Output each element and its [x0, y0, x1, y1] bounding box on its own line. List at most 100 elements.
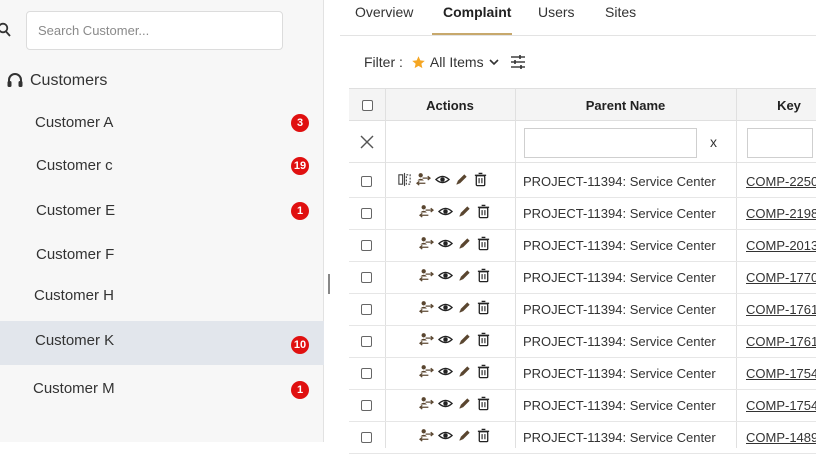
delete-trash-icon[interactable]: [473, 172, 488, 187]
transfer-user-icon[interactable]: [419, 204, 434, 219]
view-eye-icon[interactable]: [438, 236, 453, 251]
delete-trash-icon[interactable]: [476, 204, 491, 219]
tab-users[interactable]: Users: [538, 4, 575, 20]
clear-filters-icon[interactable]: [360, 135, 374, 149]
key-link[interactable]: COMP-1754: [746, 366, 816, 381]
row-checkbox[interactable]: [361, 272, 372, 283]
sidebar-item-customer-m[interactable]: Customer M 1: [0, 366, 324, 410]
key-link[interactable]: COMP-1754: [746, 398, 816, 413]
row-checkbox[interactable]: [361, 176, 372, 187]
edit-pencil-icon[interactable]: [457, 396, 472, 411]
transfer-user-icon[interactable]: [419, 428, 434, 443]
sidebar-item-customer-c[interactable]: Customer c 19: [0, 144, 324, 188]
row-checkbox[interactable]: [361, 208, 372, 219]
search-icon[interactable]: [0, 22, 12, 38]
tab-sites[interactable]: Sites: [605, 4, 636, 20]
table-row[interactable]: PROJECT-11394: Service Center COMP-2013: [349, 230, 816, 262]
transfer-user-icon[interactable]: [419, 364, 434, 379]
tab-overview[interactable]: Overview: [355, 4, 413, 20]
transfer-user-icon[interactable]: [419, 396, 434, 411]
table-row[interactable]: PROJECT-11394: Service Center COMP-1754: [349, 390, 816, 422]
view-eye-icon[interactable]: [438, 204, 453, 219]
split-view-icon[interactable]: [397, 172, 412, 187]
sidebar-item-customer-e[interactable]: Customer E 1: [0, 189, 324, 233]
filter-selected-value[interactable]: All Items: [430, 54, 484, 70]
sidebar-item-customer-k[interactable]: Customer K 10: [0, 321, 324, 365]
column-header-parent-name[interactable]: Parent Name: [515, 89, 736, 122]
transfer-user-icon[interactable]: [416, 172, 431, 187]
complaint-table: Actions Parent Name Key x PROJECT-11394:…: [349, 88, 816, 454]
delete-trash-icon[interactable]: [476, 236, 491, 251]
transfer-user-icon[interactable]: [419, 236, 434, 251]
view-eye-icon[interactable]: [438, 332, 453, 347]
customer-sidebar: Customers Customer A 3 Customer c 19 Cus…: [0, 0, 324, 442]
delete-trash-icon[interactable]: [476, 396, 491, 411]
row-actions: [419, 332, 491, 347]
key-link[interactable]: COMP-1770: [746, 270, 816, 285]
delete-trash-icon[interactable]: [476, 428, 491, 443]
edit-pencil-icon[interactable]: [457, 236, 472, 251]
parent-name-filter-input[interactable]: [524, 128, 697, 158]
row-actions: [419, 396, 491, 411]
row-checkbox[interactable]: [361, 368, 372, 379]
edit-pencil-icon[interactable]: [457, 204, 472, 219]
table-row[interactable]: PROJECT-11394: Service Center COMP-1489: [349, 422, 816, 454]
sidebar-item-customer-f[interactable]: Customer F: [0, 233, 324, 277]
table-row[interactable]: PROJECT-11394: Service Center COMP-1754: [349, 358, 816, 390]
view-eye-icon[interactable]: [438, 268, 453, 283]
key-link[interactable]: COMP-1761: [746, 334, 816, 349]
headset-icon: [7, 73, 23, 87]
edit-pencil-icon[interactable]: [457, 364, 472, 379]
view-eye-icon[interactable]: [438, 396, 453, 411]
row-checkbox-cell: [361, 208, 372, 219]
tab-bar: Overview Complaint Users Sites: [340, 0, 816, 36]
key-link[interactable]: COMP-2250: [746, 174, 816, 189]
key-filter-input[interactable]: [747, 128, 813, 158]
delete-trash-icon[interactable]: [476, 300, 491, 315]
column-header-key[interactable]: Key: [736, 89, 816, 122]
panel-resize-handle[interactable]: [328, 274, 330, 294]
transfer-user-icon[interactable]: [419, 332, 434, 347]
key-link[interactable]: COMP-1489: [746, 430, 816, 445]
view-eye-icon[interactable]: [438, 300, 453, 315]
view-eye-icon[interactable]: [435, 172, 450, 187]
table-row[interactable]: PROJECT-11394: Service Center COMP-1770: [349, 262, 816, 294]
delete-trash-icon[interactable]: [476, 268, 491, 283]
select-all-checkbox[interactable]: [361, 100, 373, 111]
key-link[interactable]: COMP-2198: [746, 206, 816, 221]
table-row[interactable]: PROJECT-11394: Service Center COMP-2250: [349, 166, 816, 198]
row-checkbox[interactable]: [361, 432, 372, 443]
column-header-actions[interactable]: Actions: [385, 89, 515, 122]
edit-pencil-icon[interactable]: [457, 300, 472, 315]
count-badge: 1: [291, 381, 309, 399]
parent-name-cell: PROJECT-11394: Service Center: [523, 302, 716, 317]
delete-trash-icon[interactable]: [476, 364, 491, 379]
edit-pencil-icon[interactable]: [457, 428, 472, 443]
row-checkbox[interactable]: [361, 336, 372, 347]
table-row[interactable]: PROJECT-11394: Service Center COMP-2198: [349, 198, 816, 230]
edit-pencil-icon[interactable]: [457, 332, 472, 347]
sidebar-item-customer-h[interactable]: Customer H: [0, 274, 324, 318]
row-checkbox[interactable]: [361, 240, 372, 251]
view-eye-icon[interactable]: [438, 428, 453, 443]
parent-name-cell: PROJECT-11394: Service Center: [523, 366, 716, 381]
row-checkbox[interactable]: [361, 400, 372, 411]
row-checkbox-cell: [361, 240, 372, 251]
edit-pencil-icon[interactable]: [454, 172, 469, 187]
delete-trash-icon[interactable]: [476, 332, 491, 347]
table-row[interactable]: PROJECT-11394: Service Center COMP-1761: [349, 294, 816, 326]
transfer-user-icon[interactable]: [419, 268, 434, 283]
table-row[interactable]: PROJECT-11394: Service Center COMP-1761: [349, 326, 816, 358]
key-link[interactable]: COMP-2013: [746, 238, 816, 253]
tab-complaint[interactable]: Complaint: [443, 4, 511, 20]
key-link[interactable]: COMP-1761: [746, 302, 816, 317]
customer-search-input[interactable]: [26, 11, 283, 50]
row-checkbox[interactable]: [361, 304, 372, 315]
sidebar-item-customer-a[interactable]: Customer A 3: [0, 101, 324, 145]
transfer-user-icon[interactable]: [419, 300, 434, 315]
edit-pencil-icon[interactable]: [457, 268, 472, 283]
filter-settings-icon[interactable]: [510, 54, 526, 70]
chevron-down-icon[interactable]: [488, 56, 500, 68]
view-eye-icon[interactable]: [438, 364, 453, 379]
parent-name-filter-clear[interactable]: x: [710, 134, 717, 150]
